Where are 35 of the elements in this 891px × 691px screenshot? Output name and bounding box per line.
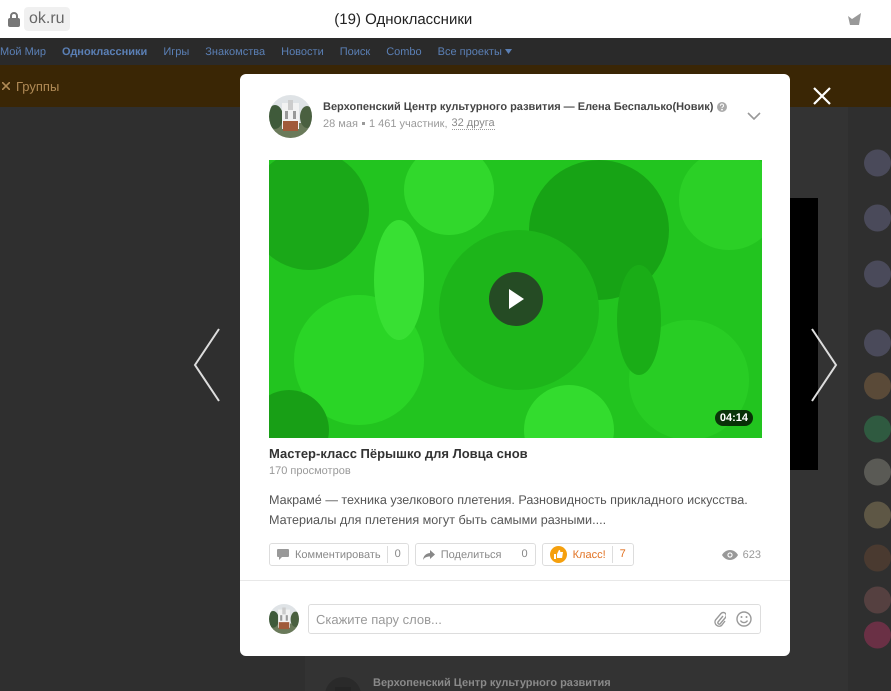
eye-icon bbox=[722, 550, 738, 560]
nav-link[interactable]: Combo bbox=[386, 46, 422, 58]
comment-button[interactable]: Комментировать 0 bbox=[269, 543, 409, 566]
nav-link[interactable]: Одноклассники bbox=[62, 46, 148, 58]
window-title: (19) Одноклассники bbox=[333, 10, 474, 28]
nav-link[interactable]: Мой Мир bbox=[0, 46, 46, 58]
nav-link[interactable]: Поиск bbox=[340, 46, 370, 58]
view-count: 170 просмотров bbox=[269, 465, 352, 477]
arrow-icon bbox=[422, 550, 435, 560]
chevron-down-icon[interactable] bbox=[747, 112, 761, 120]
like-button[interactable]: Класс! 7 bbox=[542, 543, 634, 566]
post-text: Макраме́ — техника узелкового плетения. Разновидность прикладного искусства. Материалы для плетения могут быть самыми разными.... bbox=[269, 492, 749, 529]
nav-link[interactable]: Все проекты bbox=[438, 46, 512, 58]
thumbs-up-icon bbox=[550, 546, 567, 563]
address-field[interactable]: ok.ru bbox=[24, 7, 70, 31]
group-name[interactable]: Верхопенский Центр культурного развития — Елена Беспалько(Новик) bbox=[323, 101, 714, 113]
nav-link[interactable]: Игры bbox=[163, 46, 190, 58]
video-title[interactable]: Мастер-класс Пёрышко для Ловца снов bbox=[269, 446, 761, 461]
smiley-icon[interactable] bbox=[736, 611, 752, 627]
nav-link[interactable]: Знакомства bbox=[205, 46, 266, 58]
video-duration: 04:14 bbox=[714, 410, 753, 426]
total-views: 623 bbox=[742, 548, 761, 560]
section-title: Группы bbox=[16, 78, 60, 94]
lock-icon bbox=[8, 12, 20, 26]
comment-icon bbox=[277, 549, 289, 560]
play-icon bbox=[507, 288, 525, 310]
post-author: Верхопенский Центр культурного развития bbox=[373, 677, 611, 689]
post-date: 28 мая bbox=[323, 118, 358, 130]
caret-icon bbox=[504, 49, 512, 54]
nav-link[interactable]: Новости bbox=[281, 46, 324, 58]
paperclip-icon[interactable] bbox=[714, 611, 726, 627]
friends-link[interactable]: 32 друга bbox=[452, 117, 495, 130]
comment-field[interactable]: Скажите пару слов... bbox=[308, 604, 761, 634]
share-button[interactable]: Поделиться 0 bbox=[414, 543, 536, 566]
member-count: 1 461 участник, bbox=[368, 118, 448, 130]
